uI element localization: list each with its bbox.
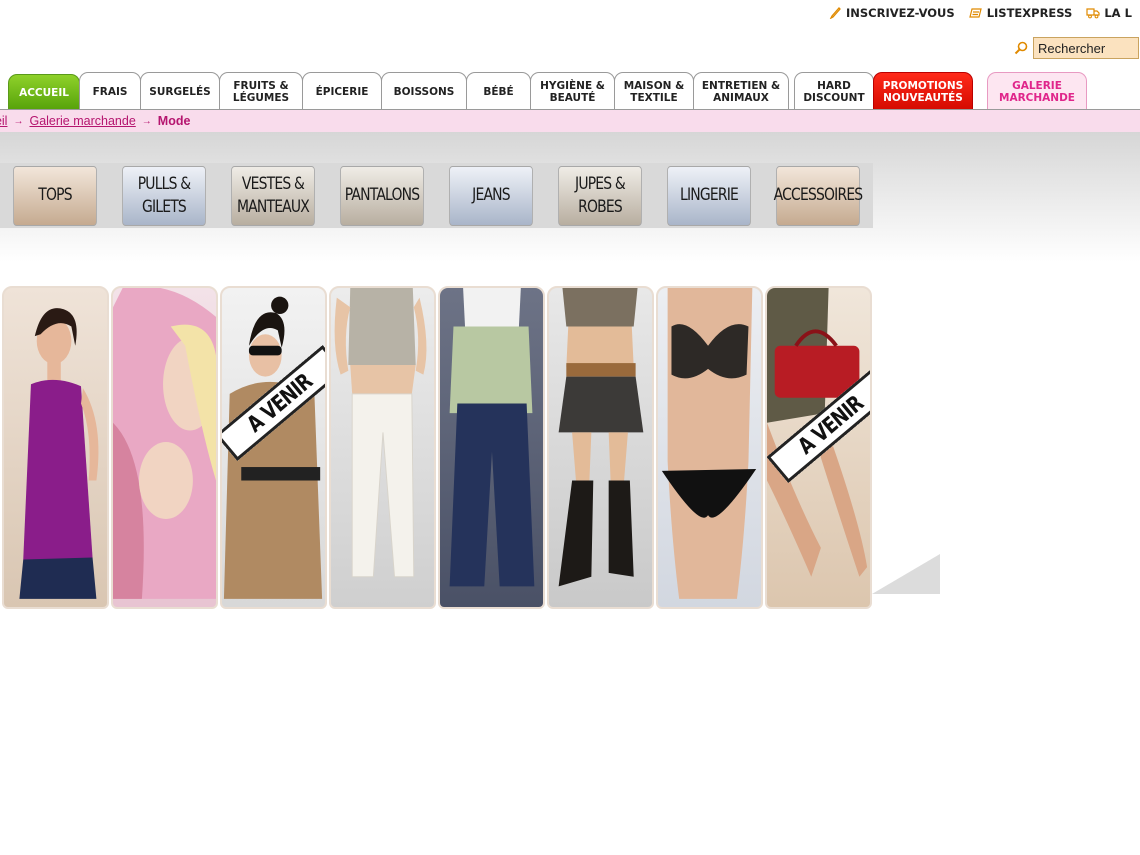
category-accessoires[interactable]: ACCESSOIRES	[773, 165, 863, 226]
tab-surgeles[interactable]: SURGELÉS	[140, 72, 220, 110]
model-image	[558, 288, 644, 587]
model-image	[19, 308, 99, 599]
breadcrumb-current: Mode	[157, 114, 191, 128]
listexpress-label: LISTEXPRESS	[986, 6, 1073, 20]
top-links: INSCRIVEZ-VOUS LISTEXPRESS LA L	[828, 5, 1140, 21]
breadcrumb-separator: →	[141, 115, 152, 127]
category-label: PULLS & GILETS	[137, 173, 191, 217]
tab-fruits-legumes[interactable]: FRUITS & LÉGUMES	[219, 72, 303, 110]
panel-pulls-gilets[interactable]	[111, 286, 218, 609]
signup-label: INSCRIVEZ-VOUS	[846, 6, 955, 20]
panel-jupes-robes[interactable]	[547, 286, 654, 609]
category-vestes-manteaux[interactable]: VESTES & MANTEAUX	[231, 165, 315, 226]
category-pantalons[interactable]: PANTALONS	[340, 165, 424, 226]
panel-accessoires[interactable]: A VENIR	[765, 286, 872, 609]
model-image	[449, 288, 535, 587]
delivery-label: LA L	[1104, 6, 1132, 20]
list-icon	[968, 8, 982, 18]
search-icon[interactable]	[1014, 41, 1028, 55]
breadcrumb-galerie-link[interactable]: Galerie marchande	[29, 114, 135, 128]
category-lingerie[interactable]: LINGERIE	[667, 165, 751, 226]
category-jeans[interactable]: JEANS	[449, 165, 533, 226]
model-image	[661, 288, 757, 599]
tab-bebe[interactable]: BÉBÉ	[466, 72, 531, 110]
breadcrumb-home-link[interactable]: ueil	[0, 114, 7, 128]
tab-epicerie[interactable]: ÉPICERIE	[302, 72, 382, 110]
category-label: LINGERIE	[680, 185, 739, 205]
tab-galerie-marchande[interactable]: GALERIE MARCHANDE	[987, 72, 1087, 110]
category-jupes-robes[interactable]: JUPES & ROBES	[558, 165, 642, 226]
tab-boissons[interactable]: BOISSONS	[381, 72, 467, 110]
model-image	[334, 288, 427, 578]
pencil-icon	[829, 7, 841, 19]
truck-icon	[1086, 8, 1100, 19]
category-bar: TOPS PULLS & GILETS VESTES & MANTEAUX PA…	[0, 163, 873, 228]
category-pulls-gilets[interactable]: PULLS & GILETS	[122, 165, 206, 226]
category-label: ACCESSOIRES	[773, 185, 863, 205]
category-label: PANTALONS	[344, 185, 420, 205]
signup-link[interactable]: INSCRIVEZ-VOUS	[828, 5, 955, 21]
panel-tops[interactable]	[2, 286, 109, 609]
tab-accueil[interactable]: ACCUEIL	[8, 74, 80, 110]
search-box	[1014, 37, 1139, 59]
category-label: JUPES & ROBES	[575, 173, 626, 217]
breadcrumb-separator: →	[13, 115, 24, 127]
panel-vestes-manteaux[interactable]: A VENIR	[220, 286, 327, 609]
category-label: TOPS	[38, 185, 72, 205]
listexpress-link[interactable]: LISTEXPRESS	[968, 5, 1073, 21]
delivery-link[interactable]: LA L	[1086, 5, 1132, 21]
panel-jeans[interactable]	[438, 286, 545, 609]
category-tops[interactable]: TOPS	[13, 165, 97, 226]
panel-shadow	[872, 554, 940, 594]
tab-hygiene-beaute[interactable]: HYGIÈNE & BEAUTÉ	[530, 72, 615, 110]
tab-hard-discount[interactable]: HARD DISCOUNT	[794, 72, 874, 110]
tab-promotions[interactable]: PROMOTIONS NOUVEAUTÉS	[873, 72, 973, 110]
category-photo-panels: A VENIR A VENIR	[2, 286, 874, 611]
panel-lingerie[interactable]	[656, 286, 763, 609]
category-label: JEANS	[472, 185, 510, 205]
search-input[interactable]	[1033, 37, 1139, 59]
tab-maison-textile[interactable]: MAISON & TEXTILE	[614, 72, 694, 110]
category-label: VESTES & MANTEAUX	[236, 173, 310, 217]
tab-frais[interactable]: FRAIS	[79, 72, 141, 110]
panel-pantalons[interactable]	[329, 286, 436, 609]
tab-entretien-animaux[interactable]: ENTRETIEN & ANIMAUX	[693, 72, 789, 110]
main-nav-tabs: ACCUEIL FRAIS SURGELÉS FRUITS & LÉGUMES …	[8, 70, 1087, 110]
model-image	[113, 288, 216, 599]
breadcrumb: ueil → Galerie marchande → Mode	[0, 110, 1140, 132]
